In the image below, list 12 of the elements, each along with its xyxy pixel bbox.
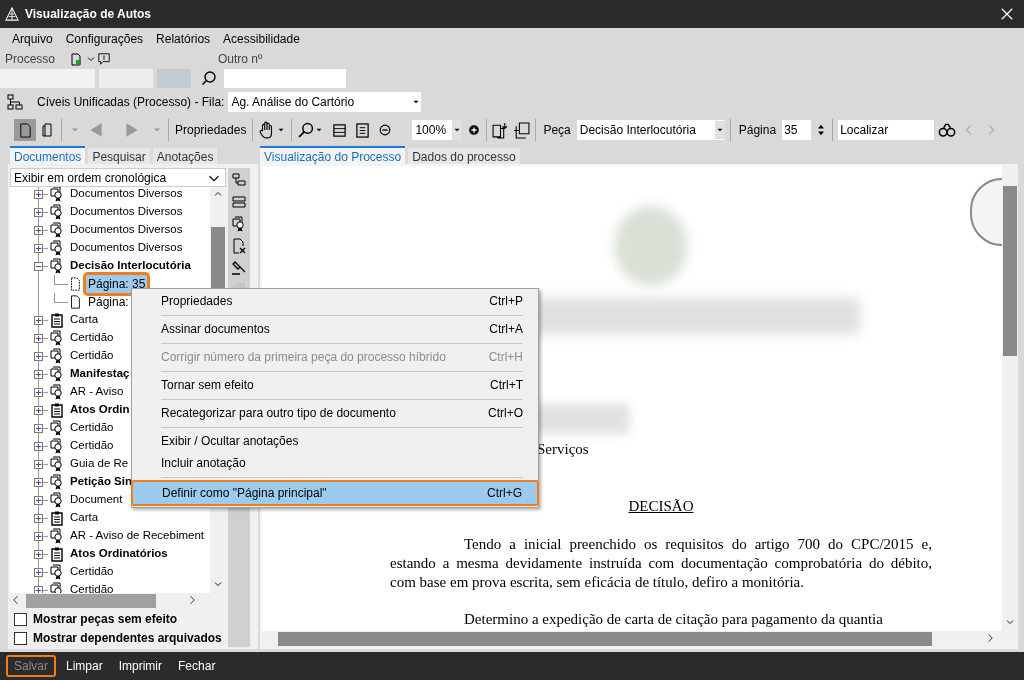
checkbox-label: Mostrar dependentes arquivados bbox=[33, 630, 222, 647]
document-paragraph: Tendo a inicial preenchido os requisitos do artigo 700 do CPC/2015 e, estando a mesma devidamente instruída com documentação comprobatória do débito, com base em prova escrita, sem eficácia de título, defiro a monitória. bbox=[390, 535, 932, 592]
queue-label: Cíveis Unificadas (Processo) - Fila: bbox=[37, 94, 225, 111]
window-title: Visualização de Autos bbox=[25, 6, 152, 23]
piece-label: Peça bbox=[543, 122, 571, 139]
checkbox-label: Mostrar peças sem efeito bbox=[33, 611, 178, 628]
page-label: Página bbox=[738, 122, 777, 139]
process-label: Processo bbox=[5, 51, 57, 68]
other-number-label: Outro nº bbox=[218, 51, 263, 68]
document-paragraph: Determino a expedição de carta de citação para pagamento da quantia bbox=[463, 610, 884, 629]
document-heading: DECISÃO bbox=[628, 496, 694, 516]
document-text: Serviços bbox=[537, 440, 590, 459]
